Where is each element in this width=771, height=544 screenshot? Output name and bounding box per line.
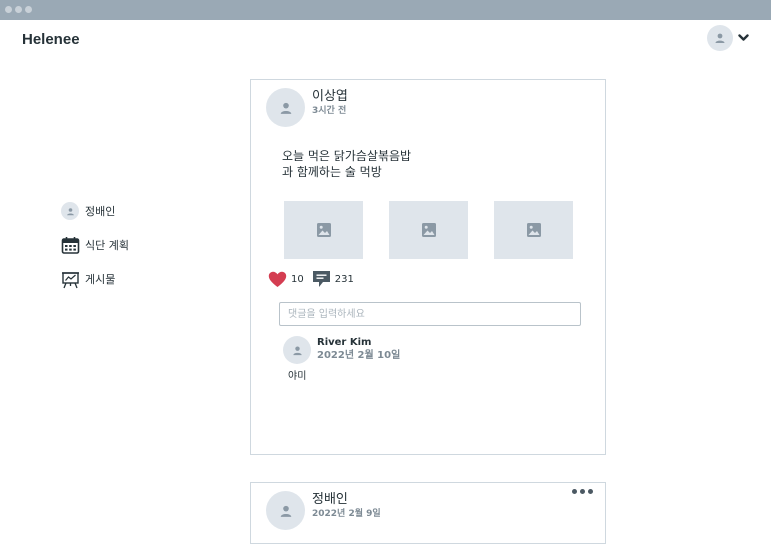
comment-item: River Kim 2022년 2월 10일 야미 bbox=[283, 336, 400, 382]
image-icon bbox=[421, 223, 436, 237]
post-image-gallery bbox=[284, 201, 573, 259]
comment-text: 야미 bbox=[288, 371, 307, 382]
more-options-icon[interactable] bbox=[572, 489, 593, 494]
comment-icon bbox=[312, 271, 330, 287]
author-name[interactable]: 정배인 bbox=[312, 492, 381, 508]
like-button[interactable]: 10 bbox=[268, 271, 304, 288]
comment-count: 231 bbox=[334, 273, 354, 285]
comment-date: 2022년 2월 10일 bbox=[317, 350, 401, 361]
avatar-icon bbox=[60, 201, 80, 221]
sidebar-item-profile[interactable]: 정배인 bbox=[60, 200, 129, 222]
heart-icon bbox=[268, 271, 287, 287]
post-stats: 10 231 bbox=[268, 270, 362, 288]
brand-logo[interactable]: Helenee bbox=[22, 31, 80, 48]
person-icon bbox=[292, 345, 302, 355]
post-author: 정배인 2022년 2월 9일 bbox=[266, 491, 381, 530]
window-minimize-dot[interactable] bbox=[15, 6, 22, 13]
author-avatar[interactable] bbox=[266, 88, 305, 127]
image-icon bbox=[526, 223, 541, 237]
post-body: 오늘 먹은 닭가슴살볶음밥 과 함께하는 술 먹방 bbox=[282, 149, 412, 179]
sidebar-nav: 정배인 식단 계획 게시물 bbox=[60, 200, 129, 302]
commenter-name[interactable]: River Kim bbox=[317, 336, 400, 349]
sidebar-item-label: 식단 계획 bbox=[85, 239, 129, 252]
presentation-board-icon bbox=[60, 269, 80, 289]
chevron-down-icon[interactable] bbox=[738, 34, 749, 42]
like-count: 10 bbox=[291, 273, 304, 285]
post-timestamp: 3시간 전 bbox=[312, 105, 347, 116]
post-image[interactable] bbox=[494, 201, 573, 259]
sidebar-item-label: 정배인 bbox=[85, 205, 116, 218]
person-icon bbox=[715, 33, 725, 43]
calendar-icon bbox=[60, 235, 80, 255]
person-icon bbox=[280, 102, 291, 114]
commenter-avatar[interactable] bbox=[283, 336, 311, 364]
user-avatar[interactable] bbox=[707, 25, 733, 51]
author-name[interactable]: 이상엽 bbox=[312, 89, 348, 105]
comment-input[interactable] bbox=[279, 302, 581, 326]
person-icon bbox=[280, 505, 291, 517]
image-icon bbox=[316, 223, 331, 237]
sidebar-item-label: 게시물 bbox=[85, 273, 116, 286]
post-timestamp: 2022년 2월 9일 bbox=[312, 508, 381, 519]
sidebar-item-posts[interactable]: 게시물 bbox=[60, 268, 129, 290]
post-card: 정배인 2022년 2월 9일 bbox=[250, 482, 606, 544]
window-close-dot[interactable] bbox=[5, 6, 12, 13]
sidebar-item-meal-plan[interactable]: 식단 계획 bbox=[60, 234, 129, 256]
post-author: 이상엽 3시간 전 bbox=[266, 88, 348, 127]
window-maximize-dot[interactable] bbox=[25, 6, 32, 13]
post-card: 이상엽 3시간 전 오늘 먹은 닭가슴살볶음밥 과 함께하는 술 먹방 10 2… bbox=[250, 79, 606, 455]
post-image[interactable] bbox=[284, 201, 363, 259]
user-menu[interactable] bbox=[707, 25, 749, 51]
post-image[interactable] bbox=[389, 201, 468, 259]
comment-button[interactable]: 231 bbox=[312, 270, 354, 288]
author-avatar[interactable] bbox=[266, 491, 305, 530]
window-titlebar bbox=[0, 0, 771, 20]
